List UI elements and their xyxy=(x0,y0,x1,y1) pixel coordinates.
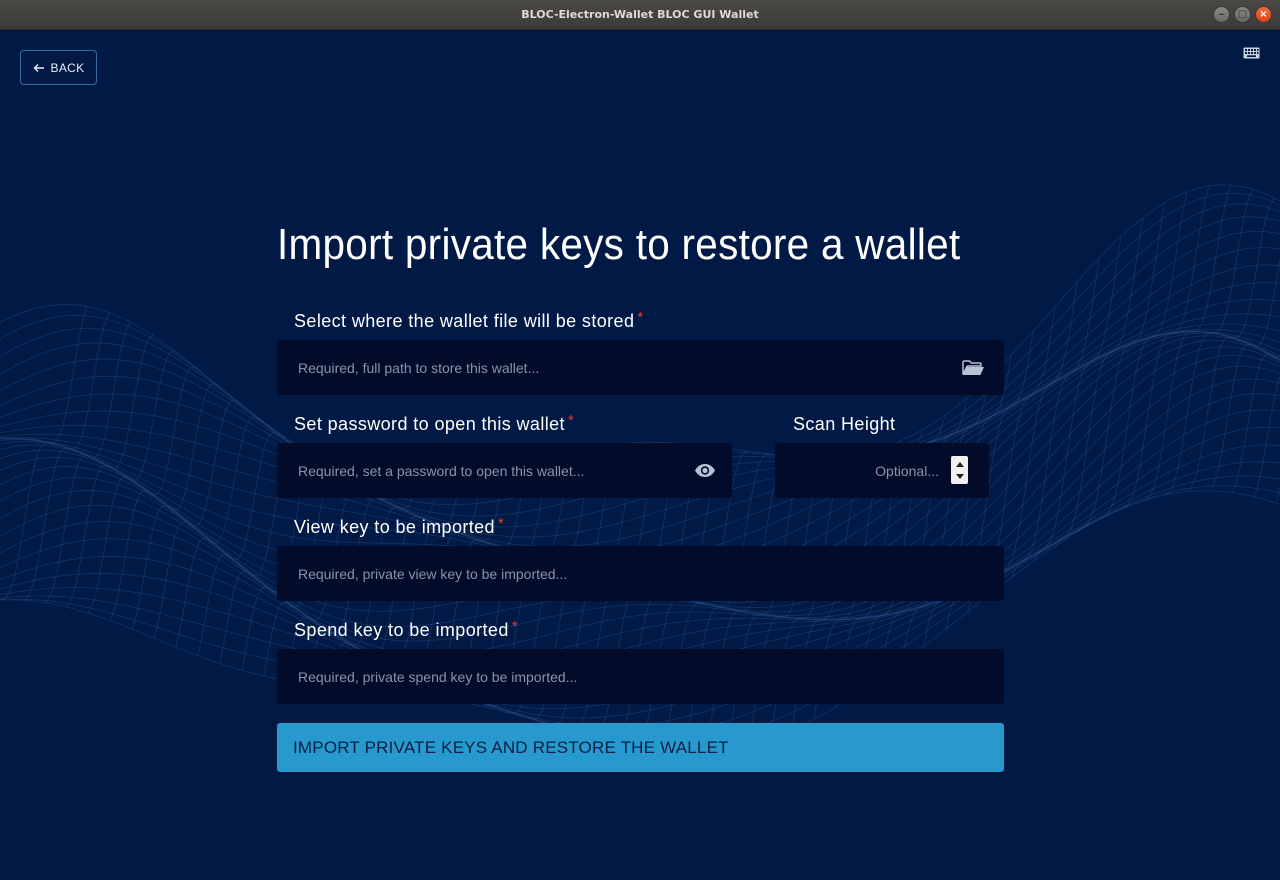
window-controls: – □ × xyxy=(1213,6,1272,23)
minimize-button[interactable]: – xyxy=(1213,6,1230,23)
scan-height-stepper[interactable] xyxy=(951,456,968,484)
view-key-field xyxy=(277,546,1004,601)
window-titlebar: BLOC-Electron-Wallet BLOC GUI Wallet – □… xyxy=(0,0,1280,30)
password-field xyxy=(277,443,732,498)
spend-key-input[interactable] xyxy=(277,649,1004,704)
spend-key-label-text: Spend key to be imported xyxy=(294,620,509,640)
spend-key-field xyxy=(277,649,1004,704)
password-label: Set password to open this wallet * xyxy=(294,412,575,435)
view-key-label: View key to be imported * xyxy=(294,515,505,538)
required-mark: * xyxy=(497,515,505,532)
scan-height-field xyxy=(775,443,989,498)
import-restore-button-label: IMPORT PRIVATE KEYS AND RESTORE THE WALL… xyxy=(293,737,729,757)
wallet-file-label: Select where the wallet file will be sto… xyxy=(294,309,644,332)
folder-open-icon[interactable] xyxy=(962,360,985,376)
close-button[interactable]: × xyxy=(1255,6,1272,23)
maximize-button[interactable]: □ xyxy=(1234,6,1251,23)
scan-height-label: Scan Height xyxy=(793,414,896,434)
required-mark: * xyxy=(637,309,644,326)
view-key-label-text: View key to be imported xyxy=(294,517,495,537)
wallet-file-input[interactable] xyxy=(277,340,1004,395)
required-mark: * xyxy=(511,618,518,635)
arrow-left-icon xyxy=(33,63,44,72)
import-restore-button[interactable]: IMPORT PRIVATE KEYS AND RESTORE THE WALL… xyxy=(277,723,1004,772)
stepper-up-icon[interactable] xyxy=(955,461,964,467)
page-title: Import private keys to restore a wallet xyxy=(277,220,961,269)
window-title: BLOC-Electron-Wallet BLOC GUI Wallet xyxy=(521,8,759,21)
back-button-label: BACK xyxy=(50,60,85,75)
keyboard-icon[interactable] xyxy=(1243,47,1260,59)
wallet-file-field xyxy=(277,340,1004,395)
eye-icon[interactable] xyxy=(694,463,716,478)
back-button[interactable]: BACK xyxy=(20,50,97,85)
app-content: BACK Import private keys to restore a wa… xyxy=(0,30,1280,880)
required-mark: * xyxy=(567,412,575,429)
password-input[interactable] xyxy=(277,443,732,498)
view-key-input[interactable] xyxy=(277,546,1004,601)
wallet-file-label-text: Select where the wallet file will be sto… xyxy=(294,311,635,331)
password-label-text: Set password to open this wallet xyxy=(294,414,565,434)
spend-key-label: Spend key to be imported * xyxy=(294,618,518,641)
stepper-down-icon[interactable] xyxy=(955,473,964,479)
